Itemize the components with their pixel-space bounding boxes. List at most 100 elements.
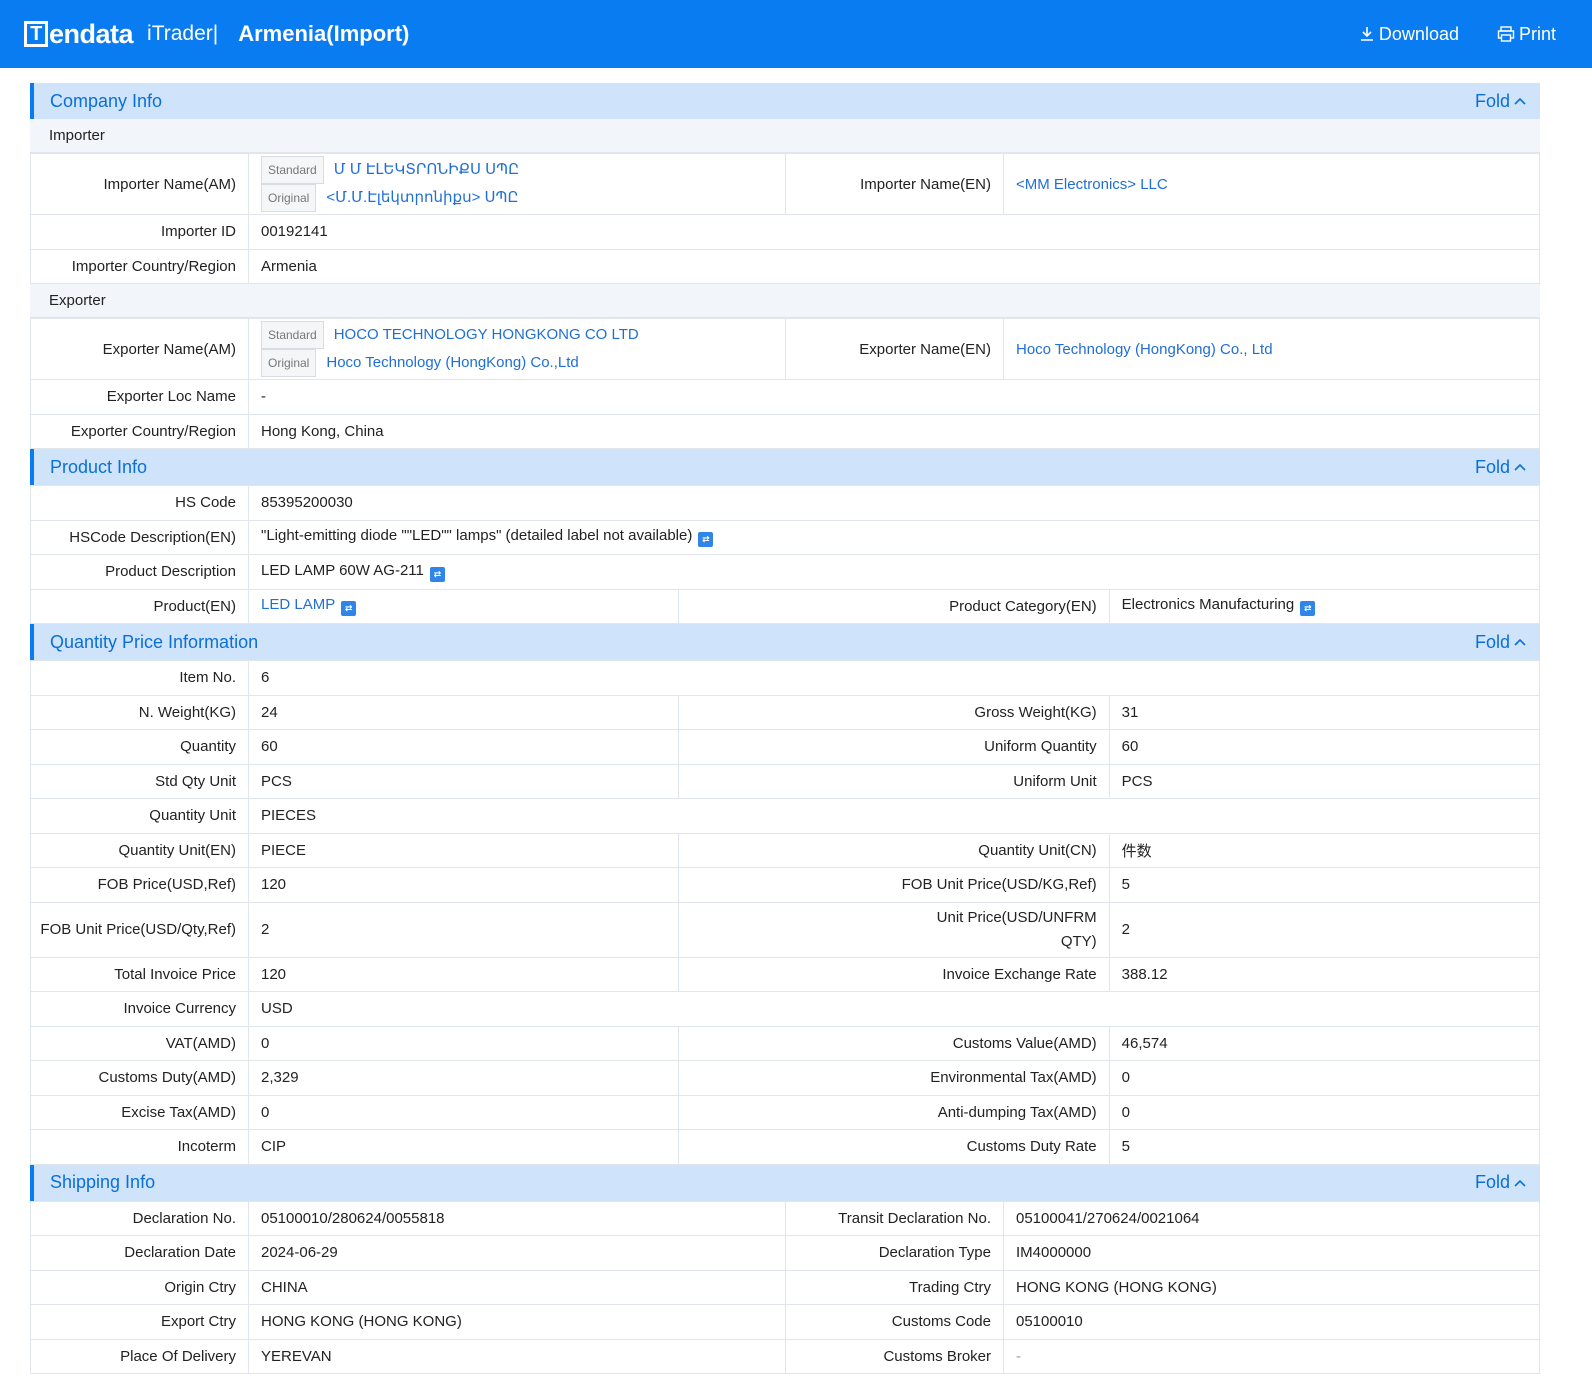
field-value: 388.12	[1108, 956, 1541, 992]
translate-icon[interactable]: ⇄	[429, 566, 445, 582]
table-row: Quantity Unit PIECES	[30, 798, 1540, 834]
field-label: Quantity Unit	[30, 798, 249, 834]
hs-description-text: "Light-emitting diode ""LED"" lamps" (de…	[261, 527, 693, 545]
field-value: 2,329	[247, 1060, 680, 1096]
fold-button[interactable]: Fold	[1475, 632, 1526, 653]
field-label: FOB Unit Price(USD/Qty,Ref)	[30, 901, 249, 958]
table-row: Declaration Date 2024-06-29 Declaration …	[30, 1235, 1540, 1271]
download-label: Download	[1378, 23, 1459, 44]
product-description-text: LED LAMP 60W AG-211	[261, 561, 424, 579]
field-label: Product(EN)	[30, 588, 249, 624]
report-content: Company Info Fold Importer Importer Name…	[30, 83, 1541, 1374]
chevron-up-icon	[1514, 97, 1526, 105]
exporter-table: Exporter Name(AM) Standard HOCO TECHNOLOG…	[30, 318, 1540, 449]
field-label: FOB Unit Price(USD/KG,Ref)	[678, 867, 1110, 903]
importer-subheader: Importer	[30, 119, 1540, 153]
field-value: 120	[247, 956, 680, 992]
field-value: Hong Kong, China	[248, 413, 1540, 449]
field-value: 0	[1108, 1094, 1541, 1130]
field-label: Export Ctry	[30, 1304, 249, 1340]
exporter-subheader: Exporter	[30, 284, 1540, 318]
field-label: Quantity Unit(EN)	[30, 832, 249, 868]
translate-icon[interactable]: ⇄	[1300, 601, 1316, 617]
field-value: 120	[247, 867, 680, 903]
fold-button[interactable]: Fold	[1475, 1172, 1526, 1193]
field-label: Place Of Delivery	[30, 1338, 249, 1374]
table-row: Origin Ctry CHINA Trading Ctry HONG KONG…	[30, 1269, 1540, 1305]
chevron-up-icon	[1514, 463, 1526, 471]
importer-table: Importer Name(AM) Standard Մ Մ ԷԼԵԿՏՐՈՆԻՔ…	[30, 153, 1540, 284]
field-label: Declaration Type	[785, 1235, 1004, 1271]
importer-name-en-link[interactable]: <MM Electronics> LLC	[1016, 176, 1168, 193]
field-value: 0	[247, 1025, 680, 1061]
field-value: CHINA	[248, 1269, 786, 1305]
field-value: PIECE	[247, 832, 680, 868]
importer-name-original-link[interactable]: <Մ.Մ.Էլեկտրոնիքս> ՍՊԸ	[326, 189, 518, 206]
section-title: Quantity Price Information	[50, 631, 259, 652]
field-value: LED LAMP 60W AG-211 ⇄	[248, 554, 1540, 590]
field-label: Unit Price(USD/UNFRM QTY)	[678, 901, 1110, 958]
table-row: Export Ctry HONG KONG (HONG KONG) Custom…	[30, 1304, 1540, 1340]
field-label: Std Qty Unit	[30, 763, 249, 799]
exporter-name-original-link[interactable]: Hoco Technology (HongKong) Co.,Ltd	[326, 354, 578, 371]
field-value: Electronics Manufacturing ⇄	[1108, 588, 1541, 624]
field-label: Exporter Loc Name	[30, 379, 249, 415]
exporter-name-standard-link[interactable]: HOCO TECHNOLOGY HONGKONG CO LTD	[334, 326, 639, 343]
fold-button[interactable]: Fold	[1475, 91, 1526, 112]
tendata-logo[interactable]: Tendata	[24, 19, 134, 50]
print-button[interactable]: Print	[1497, 24, 1556, 45]
table-row: Excise Tax(AMD) 0 Anti-dumping Tax(AMD) …	[30, 1094, 1541, 1130]
field-label: Total Invoice Price	[30, 956, 249, 992]
importer-name-standard-link[interactable]: Մ Մ ԷԼԵԿՏՐՈՆԻՔՍ ՍՊԸ	[334, 161, 519, 178]
field-value: 05100041/270624/0021064	[1003, 1200, 1540, 1236]
field-value: USD	[248, 991, 1540, 1027]
field-label: Quantity Unit(CN)	[678, 832, 1110, 868]
download-button[interactable]: Download	[1359, 24, 1459, 45]
fold-button[interactable]: Fold	[1475, 457, 1526, 478]
field-value: 2	[1108, 901, 1541, 958]
quantity-price-header: Quantity Price Information Fold	[30, 624, 1540, 660]
translate-icon[interactable]: ⇄	[698, 532, 714, 548]
product-en-link[interactable]: LED LAMP	[261, 596, 335, 613]
field-value: 60	[1108, 729, 1541, 765]
exporter-name-en-link[interactable]: Hoco Technology (HongKong) Co., Ltd	[1016, 341, 1273, 358]
field-value: 24	[247, 694, 680, 730]
field-label: Importer Name(AM)	[30, 153, 249, 215]
field-label: Customs Broker	[785, 1338, 1004, 1374]
field-label: Customs Code	[785, 1304, 1004, 1340]
field-value: 5	[1108, 867, 1541, 903]
field-label: Gross Weight(KG)	[678, 694, 1110, 730]
table-row: Quantity 60 Uniform Quantity 60	[30, 729, 1541, 765]
label-line-1: Unit Price(USD/UNFRM	[936, 908, 1097, 926]
field-value: HONG KONG (HONG KONG)	[248, 1304, 786, 1340]
field-value: LED LAMP ⇄	[247, 588, 680, 624]
field-value: -	[1003, 1338, 1540, 1374]
field-value: 2	[247, 901, 680, 958]
table-row: Quantity Unit(EN) PIECE Quantity Unit(CN…	[30, 832, 1541, 868]
field-value: 31	[1108, 694, 1541, 730]
field-label: Customs Duty(AMD)	[30, 1060, 249, 1096]
field-label: Product Description	[30, 554, 249, 590]
field-value: PCS	[247, 763, 680, 799]
field-value: Standard Մ Մ ԷԼԵԿՏՐՈՆԻՔՍ ՍՊԸ Original <Մ.Մ…	[248, 153, 786, 215]
table-row: N. Weight(KG) 24 Gross Weight(KG) 31	[30, 694, 1541, 730]
table-row: Importer Country/Region Armenia	[30, 248, 1540, 284]
shipping-info-header: Shipping Info Fold	[30, 1164, 1540, 1201]
field-label: Uniform Quantity	[678, 729, 1110, 765]
field-label: Importer Name(EN)	[785, 153, 1004, 215]
chevron-up-icon	[1514, 1179, 1526, 1187]
fold-label: Fold	[1474, 456, 1510, 477]
quantity-table: Item No. 6 N. Weight(KG) 24 Gross Weight…	[30, 660, 1541, 1165]
field-label: HSCode Description(EN)	[30, 519, 249, 555]
field-value: 5	[1108, 1129, 1541, 1165]
chevron-up-icon	[1514, 638, 1526, 646]
download-icon	[1360, 27, 1373, 41]
field-label: Item No.	[30, 660, 249, 696]
field-label: Customs Value(AMD)	[678, 1025, 1110, 1061]
fold-label: Fold	[1474, 631, 1510, 652]
product-category-text: Electronics Manufacturing	[1121, 596, 1295, 614]
field-value: CIP	[247, 1129, 680, 1165]
field-label: Importer Country/Region	[30, 248, 249, 284]
field-label: Incoterm	[30, 1129, 249, 1165]
translate-icon[interactable]: ⇄	[341, 601, 357, 617]
